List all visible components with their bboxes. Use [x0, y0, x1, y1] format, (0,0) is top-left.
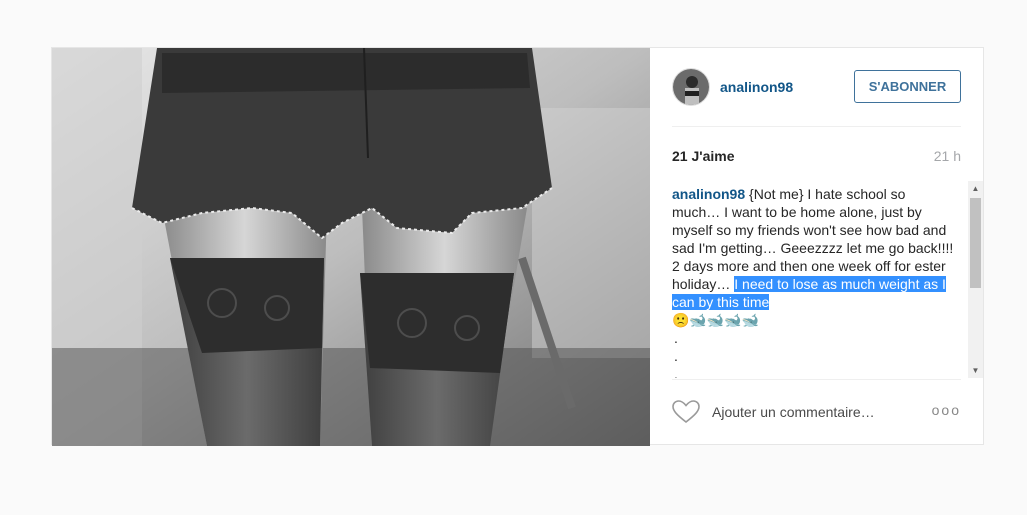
avatar-image — [673, 69, 709, 105]
photo-image — [52, 48, 650, 446]
avatar[interactable] — [672, 68, 710, 106]
more-options-icon[interactable]: ooo — [932, 402, 961, 418]
caption: analinon98 {Not me} I hate school so muc… — [672, 185, 957, 378]
caption-scrollbar[interactable]: ▲ ▼ — [968, 181, 983, 378]
caption-author[interactable]: analinon98 — [672, 186, 745, 202]
caption-area: analinon98 {Not me} I hate school so muc… — [672, 185, 967, 378]
caption-dot: . — [674, 330, 678, 346]
post-time[interactable]: 21 h — [934, 148, 961, 164]
caption-dot: . — [674, 366, 678, 378]
likes-count[interactable]: 21 J'aime — [672, 148, 735, 164]
comment-input[interactable]: Ajouter un commentaire… — [712, 404, 875, 420]
post-sidebar: analinon98 S'ABONNER 21 J'aime 21 h anal… — [650, 48, 985, 446]
comment-divider — [672, 379, 961, 380]
post-header: analinon98 S'ABONNER — [672, 68, 961, 108]
header-divider — [672, 126, 961, 127]
caption-emojis: 🙁🐋🐋🐋🐋 — [672, 312, 760, 328]
post-card: analinon98 S'ABONNER 21 J'aime 21 h anal… — [51, 47, 985, 446]
caption-dot: . — [674, 348, 678, 364]
scroll-up-arrow-icon[interactable]: ▲ — [968, 181, 983, 196]
comment-row: Ajouter un commentaire… ooo — [672, 399, 961, 427]
scroll-thumb[interactable] — [970, 198, 981, 288]
heart-icon[interactable] — [672, 400, 700, 424]
scroll-down-arrow-icon[interactable]: ▼ — [968, 363, 983, 378]
author-username[interactable]: analinon98 — [720, 79, 793, 95]
post-photo[interactable] — [52, 48, 650, 446]
follow-button[interactable]: S'ABONNER — [854, 70, 961, 103]
